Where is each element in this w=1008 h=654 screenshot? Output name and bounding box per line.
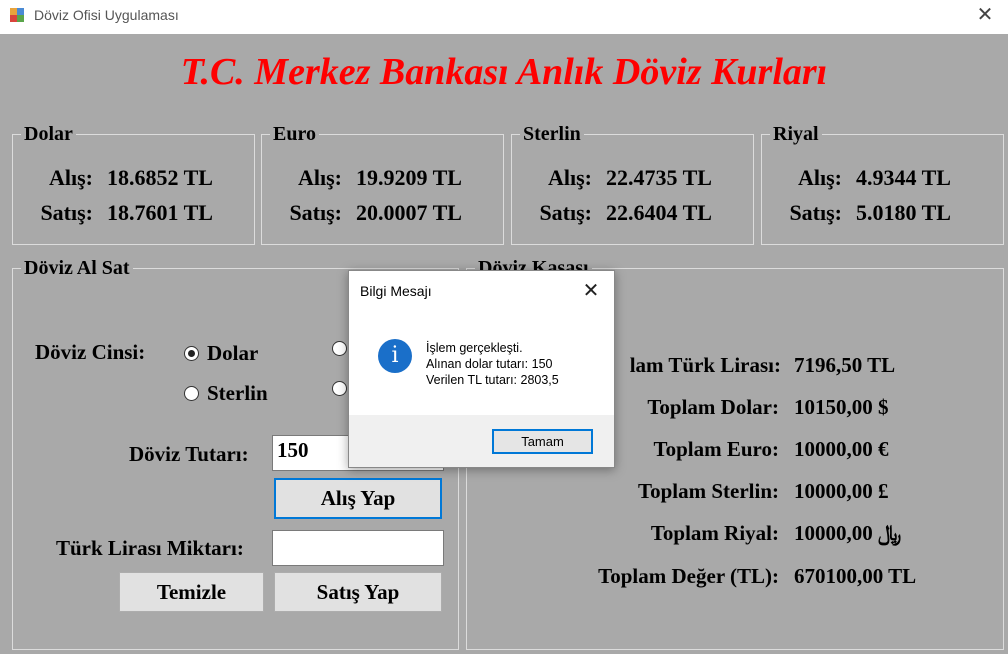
- tl-amount-label: Türk Lirası Miktarı:: [56, 536, 244, 560]
- vault-euro-value: 10000,00 €: [794, 437, 889, 461]
- rate-group-euro: Euro Alış: 19.9209 TL Satış: 20.0007 TL: [261, 123, 504, 245]
- dialog-message-line: Alınan dolar tutarı: 150: [426, 357, 553, 371]
- app-icon: [10, 8, 24, 22]
- sell-rate-value: 5.0180 TL: [856, 200, 951, 225]
- vault-euro-label: Toplam Euro:: [653, 437, 779, 461]
- vault-riyal-label: Toplam Riyal:: [650, 521, 779, 545]
- sell-rate-row: Satış: 18.7601 TL: [35, 200, 213, 226]
- buy-button[interactable]: Alış Yap: [274, 478, 442, 519]
- exchange-group-title: Döviz Al Sat: [21, 257, 133, 279]
- buy-rate-value: 4.9344 TL: [856, 165, 951, 190]
- sell-label: Satış:: [40, 200, 93, 225]
- dialog-footer: Tamam: [349, 415, 614, 467]
- vault-dolar-value: 10150,00 $: [794, 395, 889, 419]
- rate-group-dolar: Dolar Alış: 18.6852 TL Satış: 18.7601 TL: [12, 123, 255, 245]
- dialog-title: Bilgi Mesajı: [360, 283, 432, 299]
- window-title: Döviz Ofisi Uygulaması: [34, 7, 179, 23]
- rate-group-title: Dolar: [21, 123, 76, 145]
- currency-type-label: Döviz Cinsi:: [35, 340, 146, 364]
- buy-label: Alış:: [548, 165, 592, 190]
- dialog-close-button[interactable]: ✕: [576, 277, 606, 305]
- radio-dolar[interactable]: Dolar: [184, 341, 258, 366]
- radio-label: Dolar: [207, 341, 259, 365]
- rate-group-title: Riyal: [770, 123, 822, 145]
- sell-label: Satış:: [789, 200, 842, 225]
- rate-group-sterlin: Sterlin Alış: 22.4735 TL Satış: 22.6404 TL: [511, 123, 754, 245]
- vault-total-label: Toplam Değer (TL):: [598, 564, 779, 588]
- clear-button[interactable]: Temizle: [119, 572, 264, 612]
- buy-label: Alış:: [298, 165, 342, 190]
- dialog-message-line: Verilen TL tutarı: 2803,5: [426, 373, 559, 387]
- rate-group-riyal: Riyal Alış: 4.9344 TL Satış: 5.0180 TL: [761, 123, 1004, 245]
- buy-rate-row: Alış: 18.6852 TL: [35, 165, 213, 191]
- page-title: T.C. Merkez Bankası Anlık Döviz Kurları: [180, 51, 828, 93]
- buy-rate-row: Alış: 22.4735 TL: [534, 165, 712, 191]
- rate-group-title: Euro: [270, 123, 319, 145]
- vault-tl-label: lam Türk Lirası:: [629, 353, 781, 377]
- radio-sterlin[interactable]: Sterlin: [184, 381, 268, 406]
- amount-label: Döviz Tutarı:: [129, 442, 249, 466]
- vault-sterlin-value: 10000,00 £: [794, 479, 889, 503]
- sell-rate-value: 20.0007 TL: [356, 200, 462, 225]
- vault-riyal-value: 10000,00 ﷼: [794, 521, 902, 545]
- radio-checked-indicator: [184, 346, 199, 361]
- vault-total-value: 670100,00 TL: [794, 564, 917, 588]
- info-dialog: Bilgi Mesajı ✕ i İşlem gerçekleşti. Alın…: [348, 270, 615, 468]
- vault-sterlin-label: Toplam Sterlin:: [638, 479, 779, 503]
- sell-button[interactable]: Satış Yap: [274, 572, 442, 612]
- buy-label: Alış:: [49, 165, 93, 190]
- dialog-message-line: İşlem gerçekleşti.: [426, 341, 523, 355]
- sell-rate-value: 18.7601 TL: [107, 200, 213, 225]
- tl-amount-input[interactable]: [272, 530, 444, 566]
- rate-group-title: Sterlin: [520, 123, 584, 145]
- buy-rate-value: 19.9209 TL: [356, 165, 462, 190]
- vault-tl-value: 7196,50 TL: [794, 353, 896, 377]
- sell-rate-row: Satış: 5.0180 TL: [784, 200, 951, 226]
- sell-rate-row: Satış: 20.0007 TL: [284, 200, 462, 226]
- radio-indicator: [332, 341, 347, 356]
- sell-rate-value: 22.6404 TL: [606, 200, 712, 225]
- title-bar: Döviz Ofisi Uygulaması ✕: [0, 0, 1008, 34]
- buy-rate-row: Alış: 19.9209 TL: [284, 165, 462, 191]
- buy-rate-value: 18.6852 TL: [107, 165, 213, 190]
- sell-label: Satış:: [539, 200, 592, 225]
- buy-rate-value: 22.4735 TL: [606, 165, 712, 190]
- window-close-button[interactable]: ✕: [962, 0, 1008, 34]
- info-icon: i: [378, 339, 412, 373]
- radio-indicator: [184, 386, 199, 401]
- ok-button[interactable]: Tamam: [492, 429, 593, 454]
- sell-label: Satış:: [289, 200, 342, 225]
- sell-rate-row: Satış: 22.6404 TL: [534, 200, 712, 226]
- radio-indicator: [332, 381, 347, 396]
- radio-label: Sterlin: [207, 381, 268, 405]
- vault-dolar-label: Toplam Dolar:: [647, 395, 779, 419]
- buy-rate-row: Alış: 4.9344 TL: [784, 165, 951, 191]
- buy-label: Alış:: [798, 165, 842, 190]
